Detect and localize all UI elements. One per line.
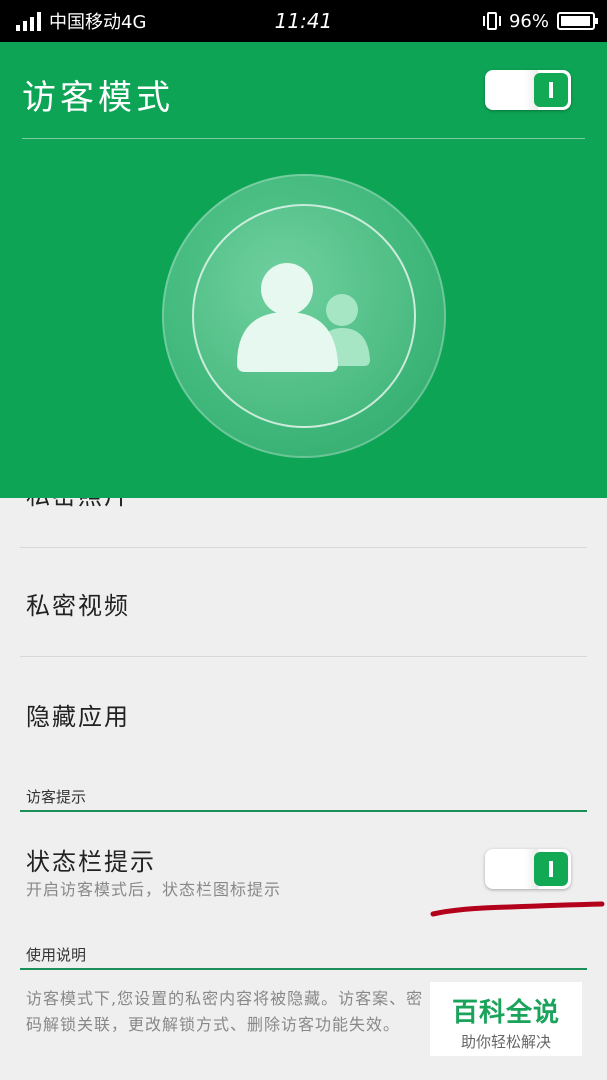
list-item-label: 私密照片 <box>26 498 130 511</box>
carrier-label: 中国移动4G <box>49 12 147 33</box>
section-label-usage: 使用说明 <box>26 946 87 964</box>
list-item-hidden-apps[interactable]: 隐藏应用 <box>20 657 587 757</box>
list-item-private-videos[interactable]: 私密视频 <box>20 548 587 656</box>
section-divider <box>20 968 587 970</box>
toggle-knob <box>534 73 568 107</box>
status-bar-tip-subtitle: 开启访客模式后，状态栏图标提示 <box>26 880 282 899</box>
vibrate-icon <box>482 12 501 30</box>
visitor-avatar-badge <box>162 174 446 458</box>
signal-icon <box>16 11 41 31</box>
watermark-logo: 百科全说 助你轻松解决 <box>430 982 582 1056</box>
status-bar: 中国移动4G 11:41 96% <box>0 0 607 42</box>
toggle-knob <box>534 852 568 886</box>
status-bar-tip-toggle[interactable] <box>485 849 571 889</box>
list-item-private-photos[interactable]: 私密照片 <box>26 498 586 516</box>
watermark-subtitle: 助你轻松解决 <box>460 1033 551 1051</box>
battery-percent: 96% <box>508 10 549 32</box>
watermark-title: 百科全说 <box>451 998 560 1028</box>
visitor-mode-header: 访客模式 <box>0 42 607 498</box>
section-label-visitor-tip: 访客提示 <box>26 788 87 806</box>
battery-icon <box>557 12 598 30</box>
red-underline-annotation <box>430 901 605 917</box>
users-icon <box>237 263 370 372</box>
list-item-label: 隐藏应用 <box>26 703 130 731</box>
visitor-mode-toggle[interactable] <box>485 70 571 110</box>
usage-description: 访客模式下,您设置的私密内容将被隐藏。访客案、密码解锁关联，更改解锁方式、删除访… <box>26 989 424 1034</box>
status-bar-tip-title: 状态栏提示 <box>26 848 156 876</box>
list-item-label: 私密视频 <box>26 592 130 620</box>
header-divider <box>22 138 585 139</box>
page-title: 访客模式 <box>22 78 174 118</box>
